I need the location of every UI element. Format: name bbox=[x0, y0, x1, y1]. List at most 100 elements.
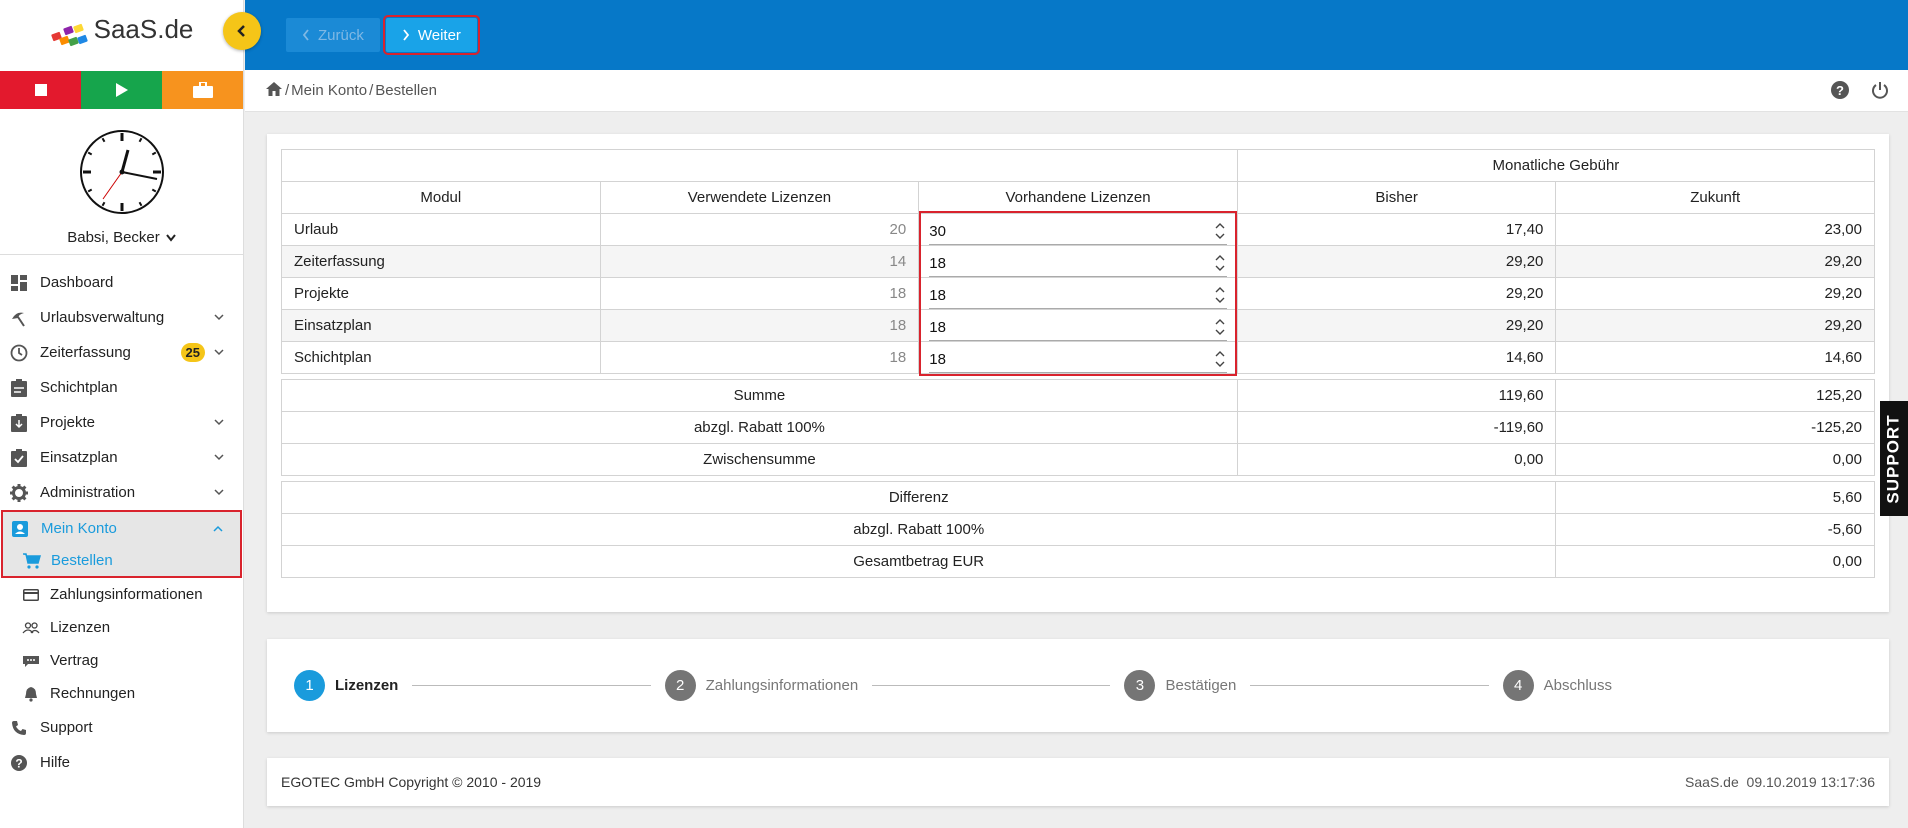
logo[interactable]: SaaS.de bbox=[50, 14, 194, 47]
chevron-left-icon bbox=[237, 25, 245, 37]
logo-area: SaaS.de bbox=[0, 0, 261, 71]
spinner-icon[interactable] bbox=[1213, 287, 1227, 303]
next-button[interactable]: Weiter bbox=[382, 15, 480, 55]
header-actions: ? bbox=[1830, 80, 1890, 104]
user-menu[interactable]: Babsi, Becker bbox=[67, 229, 176, 246]
sub-item-lizenzen[interactable]: Lizenzen bbox=[0, 611, 243, 644]
notification-badge: 25 bbox=[180, 343, 205, 362]
col-header-vorhandene-lizenzen: Vorhandene Lizenzen bbox=[918, 181, 1238, 214]
stop-icon bbox=[34, 84, 47, 96]
power-icon[interactable] bbox=[1870, 80, 1890, 104]
summary-row: Summe 119,60 125,20 bbox=[281, 379, 1875, 412]
table-row: Schichtplan 18 18 14,60 14,60 bbox=[281, 341, 1875, 374]
table-row: Einsatzplan 18 18 29,20 29,20 bbox=[281, 309, 1875, 342]
chevron-up-icon bbox=[212, 523, 224, 535]
sub-item-rechnungen[interactable]: Rechnungen bbox=[0, 677, 243, 710]
summary-row: Zwischensumme 0,00 0,00 bbox=[281, 443, 1875, 476]
stop-button[interactable] bbox=[0, 71, 81, 109]
nav-item-zeiterfassung[interactable]: Zeiterfassung 25 bbox=[0, 335, 243, 370]
svg-text:?: ? bbox=[1836, 83, 1844, 98]
clock-icon bbox=[79, 130, 164, 214]
step-zahlungsinformationen[interactable]: 2 Zahlungsinformationen bbox=[664, 670, 858, 701]
nav-item-dashboard[interactable]: Dashboard bbox=[0, 265, 243, 300]
sub-item-vertrag[interactable]: Vertrag bbox=[0, 644, 243, 677]
logo-text: SaaS.de bbox=[93, 14, 194, 44]
col-header-modul: Modul bbox=[281, 181, 601, 214]
chevron-down-icon bbox=[213, 312, 225, 324]
clipboard-icon bbox=[10, 378, 28, 397]
chevron-down-icon bbox=[213, 417, 225, 429]
footer: EGOTEC GmbH Copyright © 2010 - 2019 SaaS… bbox=[267, 758, 1889, 806]
user-name: Babsi, Becker bbox=[67, 229, 160, 246]
nav-item-support[interactable]: Support bbox=[0, 710, 243, 745]
back-button[interactable]: Zurück bbox=[286, 18, 380, 52]
phone-icon bbox=[10, 719, 28, 737]
sub-item-bestellen[interactable]: Bestellen bbox=[3, 545, 240, 576]
help-circle-icon: ? bbox=[10, 754, 28, 772]
spinner-icon[interactable] bbox=[1213, 351, 1227, 367]
chevron-left-icon bbox=[302, 29, 309, 41]
license-input-urlaub[interactable]: 30 bbox=[929, 219, 1227, 245]
nav-item-einsatzplan[interactable]: Einsatzplan bbox=[0, 440, 243, 475]
chevron-down-icon bbox=[165, 233, 176, 242]
license-input-einsatzplan[interactable]: 18 bbox=[929, 315, 1227, 341]
total-row: Differenz 5,60 bbox=[280, 481, 1875, 514]
step-connector bbox=[872, 685, 1111, 686]
total-row: abzgl. Rabatt 100% -5,60 bbox=[280, 513, 1875, 546]
col-header-bisher: Bisher bbox=[1236, 181, 1557, 214]
main-nav: Dashboard Urlaubsverwaltung Zeiterfassun… bbox=[0, 255, 243, 780]
summary-row: abzgl. Rabatt 100% -119,60 -125,20 bbox=[281, 411, 1875, 444]
step-lizenzen[interactable]: 1 Lizenzen bbox=[294, 670, 398, 701]
home-icon[interactable] bbox=[265, 81, 283, 101]
table-row: Zeiterfassung 14 18 29,20 29,20 bbox=[281, 245, 1875, 278]
breadcrumb-mein-konto[interactable]: Mein Konto bbox=[291, 82, 367, 99]
step-connector bbox=[412, 685, 651, 686]
group-header-monatliche-gebuehr: Monatliche Gebühr bbox=[1236, 149, 1876, 182]
col-header-zukunft: Zukunft bbox=[1555, 181, 1875, 214]
order-table-card: Monatliche Gebühr Modul Verwendete Lizen… bbox=[267, 134, 1889, 612]
play-icon bbox=[115, 83, 128, 97]
briefcase-button[interactable] bbox=[162, 71, 243, 109]
nav-item-administration[interactable]: Administration bbox=[0, 475, 243, 510]
footer-datetime: 09.10.2019 13:17:36 bbox=[1746, 774, 1875, 790]
nav-item-projekte[interactable]: Projekte bbox=[0, 405, 243, 440]
checkout-stepper: 1 Lizenzen 2 Zahlungsinformationen 3 Bes… bbox=[267, 639, 1889, 732]
license-input-schichtplan[interactable]: 18 bbox=[929, 347, 1227, 373]
dashboard-icon bbox=[10, 274, 28, 292]
step-abschluss[interactable]: 4 Abschluss bbox=[1502, 670, 1612, 701]
spinner-icon[interactable] bbox=[1213, 223, 1227, 239]
spinner-icon[interactable] bbox=[1213, 255, 1227, 271]
clipboard-download-icon bbox=[10, 413, 28, 432]
chevron-down-icon bbox=[213, 487, 225, 499]
license-input-zeiterfassung[interactable]: 18 bbox=[929, 251, 1227, 277]
cart-icon bbox=[23, 552, 41, 570]
people-icon bbox=[22, 619, 40, 637]
beach-icon bbox=[10, 309, 28, 327]
clipboard-check-icon bbox=[10, 448, 28, 467]
bell-icon bbox=[22, 685, 40, 703]
logo-mark-icon bbox=[50, 19, 90, 47]
chevron-down-icon bbox=[213, 347, 225, 359]
svg-text:?: ? bbox=[15, 756, 22, 770]
collapse-sidebar-button[interactable] bbox=[223, 12, 261, 50]
nav-item-hilfe[interactable]: ? Hilfe bbox=[0, 745, 243, 780]
play-button[interactable] bbox=[81, 71, 162, 109]
step-bestaetigen[interactable]: 3 Bestätigen bbox=[1124, 670, 1236, 701]
license-table: Monatliche Gebühr Modul Verwendete Lizen… bbox=[280, 149, 1876, 578]
contract-icon bbox=[22, 652, 40, 670]
support-tab[interactable]: SUPPORT bbox=[1880, 401, 1908, 516]
copyright-text: EGOTEC GmbH Copyright © 2010 - 2019 bbox=[281, 774, 542, 790]
gear-icon bbox=[10, 483, 28, 502]
nav-item-schichtplan[interactable]: Schichtplan bbox=[0, 370, 243, 405]
mein-konto-group: Mein Konto Bestellen bbox=[1, 510, 242, 578]
col-header-verwendete-lizenzen: Verwendete Lizenzen bbox=[599, 181, 920, 214]
footer-brand: SaaS.de bbox=[1685, 774, 1739, 790]
sub-item-zahlungsinformationen[interactable]: Zahlungsinformationen bbox=[0, 578, 243, 611]
license-input-projekte[interactable]: 18 bbox=[929, 283, 1227, 309]
spinner-icon[interactable] bbox=[1213, 319, 1227, 335]
nav-item-urlaubsverwaltung[interactable]: Urlaubsverwaltung bbox=[0, 300, 243, 335]
breadcrumb-bestellen: Bestellen bbox=[375, 82, 437, 99]
help-icon[interactable]: ? bbox=[1830, 80, 1850, 104]
nav-item-mein-konto[interactable]: Mein Konto bbox=[3, 512, 240, 545]
account-box-icon bbox=[11, 520, 29, 538]
